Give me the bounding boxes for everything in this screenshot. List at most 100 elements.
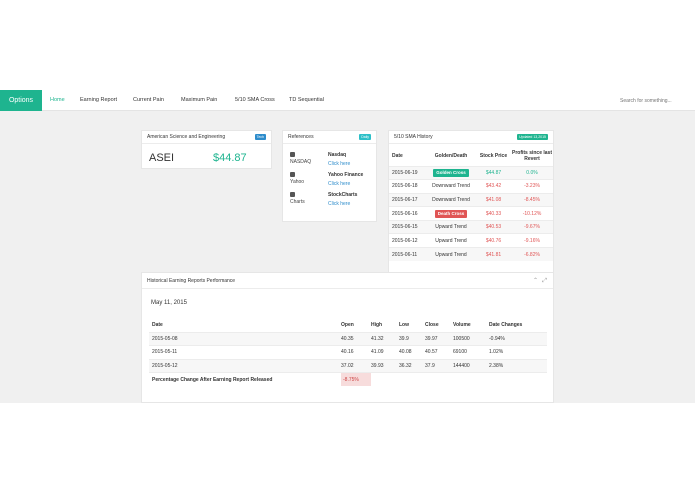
col-high: High [371, 321, 383, 328]
sma-date: 2015-06-15 [389, 219, 426, 234]
sma-signal: Downward Trend [426, 179, 476, 194]
navbar: Options Home Earning Report Current Pain… [0, 90, 695, 111]
hist-close: 40.57 [425, 345, 453, 359]
hist-low: 39.9 [399, 331, 425, 346]
sma-date: 2015-06-16 [389, 206, 426, 221]
stock-panel: American Science and Engineering Tech AS… [141, 130, 272, 169]
historical-header: Historical Earning Reports Performance ⌃… [142, 273, 553, 289]
hist-low: 40.08 [399, 345, 425, 359]
hist-change: 1.02% [489, 345, 547, 359]
stock-panel-header: American Science and Engineering Tech [142, 131, 271, 144]
historical-panel: Historical Earning Reports Performance ⌃… [141, 272, 554, 403]
stockcharts-link[interactable]: Click here [328, 201, 350, 207]
sma-signal: Golden Cross [426, 165, 476, 180]
ticker-symbol: ASEI [149, 152, 175, 164]
sma-date: 2015-06-11 [389, 247, 426, 262]
sma-profit: 0.0% [511, 165, 553, 180]
sma-profit: -10.12% [511, 206, 553, 221]
history-row: 2015-05-12 37.02 39.93 36.32 37.9 144400 2.38% [149, 358, 547, 373]
col-date-changes: Date Changes [489, 321, 523, 328]
collapse-icon[interactable]: ⌃ [533, 273, 538, 289]
col-profit: Profits since last Revert [511, 149, 552, 162]
sma-profit: -9.16% [511, 233, 553, 248]
sma-row: 2015-06-11 Upward Trend $41.81 -6.82% [389, 247, 553, 262]
sma-price: $41.08 [476, 192, 511, 207]
sma-row: 2015-06-17 Downward Trend $41.08 -8.45% [389, 192, 553, 207]
sma-date: 2015-06-17 [389, 192, 426, 207]
sma-signal: Upward Trend [426, 233, 476, 248]
references-title: References [288, 134, 314, 140]
nav-sma-cross[interactable]: 5/10 SMA Cross [235, 90, 275, 111]
nav-earning-report[interactable]: Earning Report [80, 90, 117, 111]
sma-signal: Death Cross [426, 206, 476, 221]
sma-profit: -8.45% [511, 192, 553, 207]
reference-name: StockCharts [328, 192, 358, 198]
sma-header: 5/10 SMA History Updated 13,2015 [389, 131, 553, 144]
hist-change: 2.38% [489, 358, 547, 373]
hist-low: 36.32 [399, 358, 425, 373]
history-table: Date Open High Low Close Volume Date Cha… [149, 318, 547, 386]
col-date: Date [152, 321, 163, 328]
nav-maximum-pain[interactable]: Maximum Pain [181, 90, 217, 111]
hist-volume: 69100 [453, 345, 489, 359]
sma-price: $43.42 [476, 179, 511, 194]
sma-profit: -3.23% [511, 179, 553, 194]
stock-panel-title: American Science and Engineering [147, 134, 226, 140]
col-price: Stock Price [479, 152, 508, 159]
hist-open: 40.35 [341, 331, 371, 346]
search-input[interactable] [620, 96, 690, 106]
nav-home[interactable]: Home [50, 90, 65, 111]
sma-price: $40.76 [476, 233, 511, 248]
hist-volume: 100500 [453, 331, 489, 346]
hist-high: 39.93 [371, 358, 399, 373]
updated-badge: Updated 13,2015 [517, 134, 548, 140]
sma-price: $40.53 [476, 219, 511, 234]
references-panel: References Daily NASDAQ Nasdaq Click her… [282, 130, 377, 222]
yahoo-link[interactable]: Click here [328, 181, 350, 187]
history-row: 2015-05-11 40.16 41.09 40.08 40.57 69100 1.02% [149, 345, 547, 359]
historical-title: Historical Earning Reports Performance [147, 278, 236, 284]
expand-icon[interactable]: ⤢ [542, 273, 547, 289]
trend-text: Upward Trend [435, 251, 467, 258]
reference-name: Nasdaq [328, 152, 347, 158]
hist-date: 2015-05-11 [149, 345, 341, 359]
sma-row: 2015-06-18 Downward Trend $43.42 -3.23% [389, 179, 553, 194]
col-open: Open [341, 321, 354, 328]
references-header: References Daily [283, 131, 376, 144]
reference-source: Yahoo [290, 179, 305, 185]
hist-open: 37.02 [341, 358, 371, 373]
sma-price: $41.81 [476, 247, 511, 262]
sector-badge: Tech [254, 134, 266, 140]
nasdaq-link[interactable]: Click here [328, 161, 350, 167]
reference-stockcharts: Charts StockCharts Click here [283, 192, 377, 212]
col-close: Close [425, 321, 439, 328]
bank-icon [290, 152, 295, 157]
sma-row: 2015-06-16 Death Cross $40.33 -10.12% [389, 206, 553, 221]
sma-row: 2015-06-12 Upward Trend $40.76 -9.16% [389, 233, 553, 248]
sma-date: 2015-06-19 [389, 165, 426, 180]
sma-table: Date Golden/Death Stock Price Profits si… [389, 146, 553, 262]
page: Options Home Earning Report Current Pain… [0, 0, 695, 494]
sma-row: 2015-06-19 Golden Cross $44.87 0.0% [389, 165, 553, 180]
sma-date: 2015-06-12 [389, 233, 426, 248]
reference-source: NASDAQ [290, 159, 312, 165]
sma-signal: Upward Trend [426, 219, 476, 234]
history-row: 2015-05-08 40.35 41.32 39.9 39.97 100500 -0.94… [149, 331, 547, 346]
sma-profit: -9.67% [511, 219, 553, 234]
reference-name: Yahoo Finance [328, 172, 364, 178]
sma-title: 5/10 SMA History [394, 134, 433, 140]
nav-current-pain[interactable]: Current Pain [133, 90, 164, 111]
col-date: Date [392, 152, 403, 159]
nav-td-sequential[interactable]: TD Sequential [289, 90, 324, 111]
stock-price: $44.87 [213, 152, 247, 164]
reference-nasdaq: NASDAQ Nasdaq Click here [283, 152, 377, 172]
sma-row: 2015-06-15 Upward Trend $40.53 -9.67% [389, 219, 553, 234]
col-volume: Volume [453, 321, 471, 328]
trend-text: Downward Trend [432, 183, 470, 190]
reference-source: Charts [290, 199, 305, 205]
hist-open: 40.16 [341, 345, 371, 359]
sma-price: $44.87 [476, 165, 511, 180]
death-cross-chip: Death Cross [434, 209, 468, 218]
brand-button[interactable]: Options [0, 90, 42, 111]
earnings-date-heading: May 11, 2015 [151, 300, 187, 306]
